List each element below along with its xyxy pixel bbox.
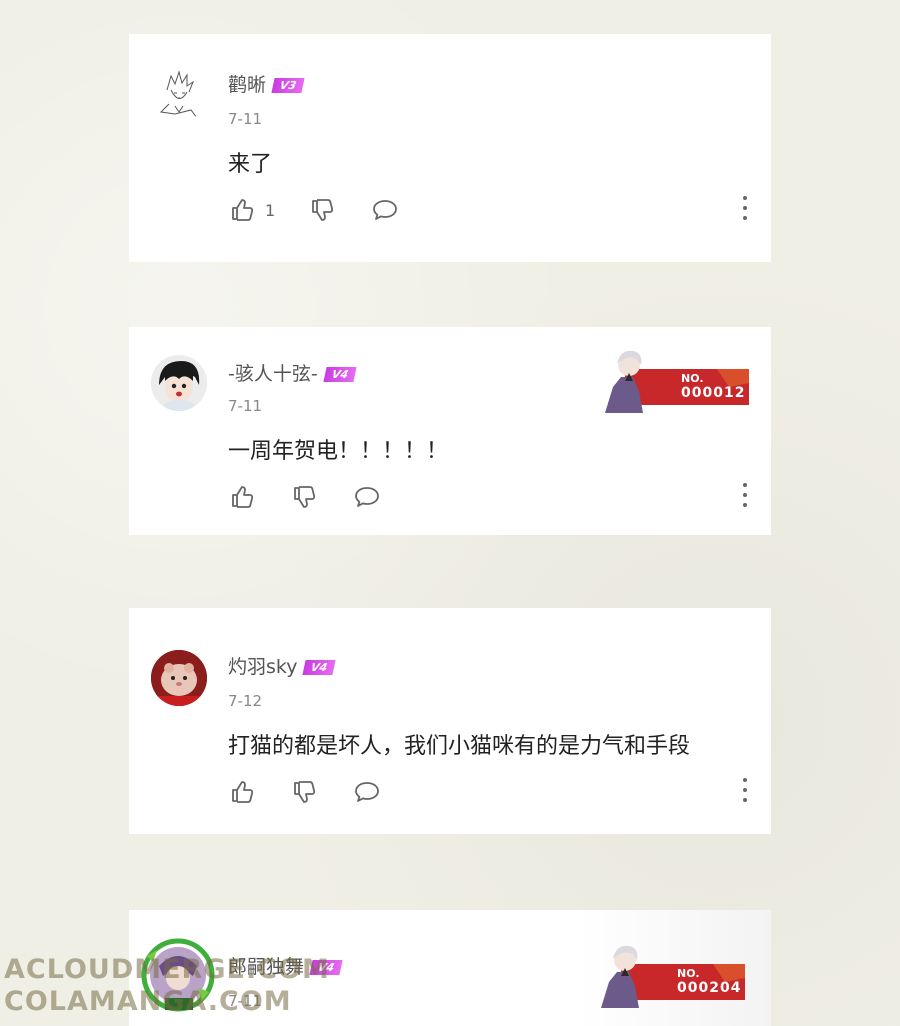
comment-date: 7-11 (228, 397, 263, 415)
more-options-button[interactable] (741, 481, 749, 509)
thumbs-up-icon (232, 781, 254, 803)
thumbs-down-icon (294, 781, 316, 803)
anime-character-avatar-icon (151, 355, 207, 411)
more-dot-icon (743, 216, 747, 220)
badge-number: NO. 000012 (681, 373, 745, 400)
more-dot-icon (743, 503, 747, 507)
badge-digits: 000204 (677, 980, 742, 996)
username[interactable]: 鹳晰 V3 (228, 70, 305, 97)
fan-number-badge: NO. 000012 (599, 347, 751, 415)
badge-digits: 000012 (681, 385, 746, 401)
more-dot-icon (743, 483, 747, 487)
username[interactable]: 灼羽sky V4 (228, 652, 337, 679)
comment-actions (229, 483, 415, 511)
avatar[interactable] (151, 355, 207, 411)
dislike-button[interactable] (309, 196, 337, 224)
comment-text: 一周年贺电！！！！！ (228, 439, 449, 464)
more-dot-icon (743, 788, 747, 792)
avatar[interactable] (151, 66, 207, 122)
username-text[interactable]: 鹳晰 (228, 74, 266, 96)
watermark-line-1: ACLOUDMERGE.COM (4, 954, 330, 985)
thumbs-up-icon (232, 199, 254, 221)
comment-card: -骇人十弦- V4 7-11 一周年贺电！！！！！ NO. 000012 (129, 327, 771, 535)
more-dot-icon (743, 196, 747, 200)
comment-actions (229, 778, 415, 806)
more-dot-icon (743, 493, 747, 497)
badge-prefix: NO. (681, 372, 704, 385)
username-text[interactable]: 灼羽sky (228, 656, 297, 678)
thumbs-down-icon (294, 486, 316, 508)
more-dot-icon (743, 778, 747, 782)
comment-bubble-icon (355, 782, 379, 802)
badge-prefix: NO. (677, 967, 700, 980)
more-options-button[interactable] (741, 194, 749, 222)
watermark-line-2: COLAMANGA.COM (4, 986, 292, 1017)
dislike-button[interactable] (291, 778, 319, 806)
comment-actions: 1 (229, 196, 433, 224)
dislike-button[interactable] (291, 483, 319, 511)
reply-button[interactable] (371, 196, 399, 224)
level-badge: V3 (271, 78, 305, 93)
badge-number: NO. 000204 (677, 968, 741, 995)
thumbs-up-icon (232, 486, 254, 508)
username-text[interactable]: -骇人十弦- (228, 363, 318, 385)
comment-card: 灼羽sky V4 7-12 打猫的都是坏人，我们小猫咪有的是力气和手段 (129, 608, 771, 834)
like-button[interactable] (229, 778, 257, 806)
fan-number-badge: NO. 000204 (595, 942, 747, 1010)
more-dot-icon (743, 798, 747, 802)
username[interactable]: -骇人十弦- V4 (228, 359, 357, 386)
like-button[interactable]: 1 (229, 196, 275, 224)
comment-bubble-icon (355, 487, 379, 507)
hamster-avatar-icon (151, 650, 207, 706)
comment-date: 7-11 (228, 110, 263, 128)
comment-bubble-icon (373, 200, 398, 220)
level-badge: V4 (302, 660, 337, 675)
thumbs-down-icon (312, 199, 334, 221)
like-button[interactable] (229, 483, 257, 511)
sketch-character-avatar-icon (159, 70, 198, 119)
like-count: 1 (265, 200, 276, 220)
comment-date: 7-12 (228, 692, 263, 710)
comment-text: 来了 (228, 152, 273, 177)
more-options-button[interactable] (741, 776, 749, 804)
level-badge: V4 (323, 367, 357, 382)
reply-button[interactable] (353, 778, 381, 806)
reply-button[interactable] (353, 483, 381, 511)
comment-text: 打猫的都是坏人，我们小猫咪有的是力气和手段 (228, 734, 691, 759)
avatar[interactable] (151, 650, 207, 706)
more-dot-icon (743, 206, 747, 210)
comment-card: 鹳晰 V3 7-11 来了 1 (129, 34, 771, 262)
